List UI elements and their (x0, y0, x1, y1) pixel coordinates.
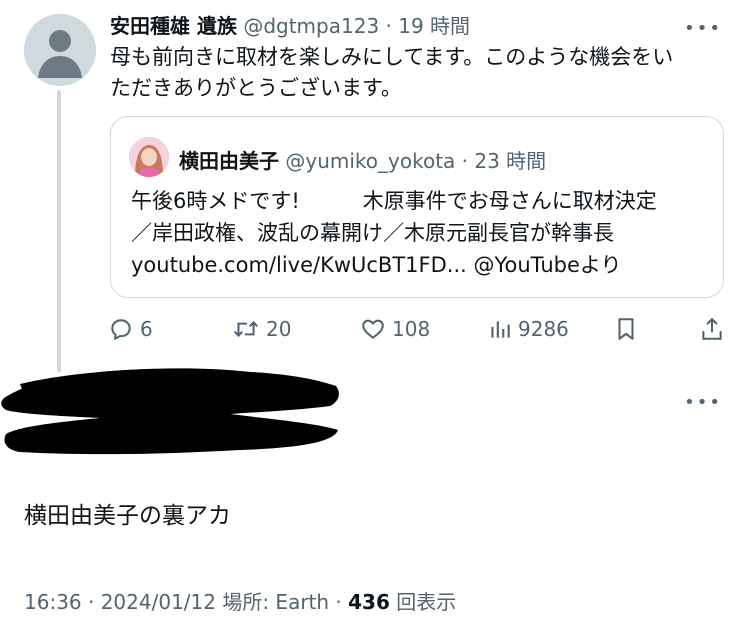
quote-text-line: 午後6時メドです! 木原事件でお母さんに取材決定 (131, 189, 657, 213)
tweet-meta: 16:36 · 2024/01/12 場所: Earth · 436 回表示 (24, 586, 456, 615)
reply-button[interactable]: 6 (108, 316, 153, 342)
quote-tweet-card[interactable]: 横田由美子 @yumiko_yokota · 23 時間 午後6時メドです! 木… (110, 116, 724, 298)
tweet-text-line: 母も前向きに取材を楽しみにしてます。このような機会をい (110, 45, 674, 69)
quote-author-avatar (129, 137, 169, 177)
quote-time[interactable]: 23 時間 (474, 149, 546, 173)
author-name[interactable]: 安田種雄 遺族 (110, 14, 237, 38)
bookmark-icon (618, 318, 634, 340)
tweet-text-line: ただきありがとうございます。 (110, 76, 402, 100)
more-icon[interactable]: ••• (684, 18, 722, 39)
tweet-header: 安田種雄 遺族 @dgtmpa123 · 19 時間 (110, 10, 470, 39)
author-avatar[interactable] (24, 14, 96, 86)
bookmark-button[interactable] (614, 316, 638, 342)
separator: · (385, 14, 392, 38)
quote-text-line: ／岸田政権、波乱の幕開け／木原元副長官が幹事長 (131, 221, 614, 245)
share-icon (702, 317, 722, 340)
tweet-text: 母も前向きに取材を楽しみにしてます。このような機会をい ただきありがとうございま… (110, 42, 730, 104)
views-button[interactable]: 9286 (488, 316, 569, 342)
retweet-button[interactable]: 20 (232, 316, 291, 342)
profile-photo-icon (129, 137, 169, 177)
view-count: 436 (348, 590, 390, 614)
tweet-time[interactable]: 19 時間 (398, 14, 470, 38)
default-avatar-icon (24, 14, 96, 86)
views-count: 9286 (518, 317, 569, 341)
like-button[interactable]: 108 (360, 316, 430, 342)
action-bar: 6 20 108 9286 (108, 316, 724, 346)
retweet-icon (233, 320, 259, 338)
redaction-scribble (1, 368, 339, 455)
like-icon (362, 319, 384, 339)
views-icon (491, 321, 510, 338)
quote-header: 横田由美子 @yumiko_yokota · 23 時間 (179, 145, 546, 174)
quote-author-name[interactable]: 横田由美子 (179, 149, 279, 173)
like-count: 108 (392, 317, 431, 341)
thread-line (57, 90, 61, 372)
share-button[interactable] (700, 316, 724, 342)
separator: · (461, 149, 469, 173)
view-label: 回表示 (389, 590, 457, 614)
reply-count: 6 (140, 317, 153, 341)
quote-author-handle[interactable]: @yumiko_yokota (285, 149, 455, 173)
reply-icon (111, 319, 131, 340)
retweet-count: 20 (266, 317, 292, 341)
quote-text-line[interactable]: youtube.com/live/KwUcBT1FD... @YouTubeより (131, 249, 657, 281)
meta-timestamp-location[interactable]: 16:36 · 2024/01/12 場所: Earth · (24, 590, 348, 614)
author-handle[interactable]: @dgtmpa123 (243, 14, 379, 38)
reply-more-icon[interactable]: ••• (684, 392, 722, 413)
reply-text: 横田由美子の裏アカ (24, 503, 231, 529)
quote-text: 午後6時メドです! 木原事件でお母さんに取材決定 ／岸田政権、波乱の幕開け／木原… (131, 185, 657, 281)
